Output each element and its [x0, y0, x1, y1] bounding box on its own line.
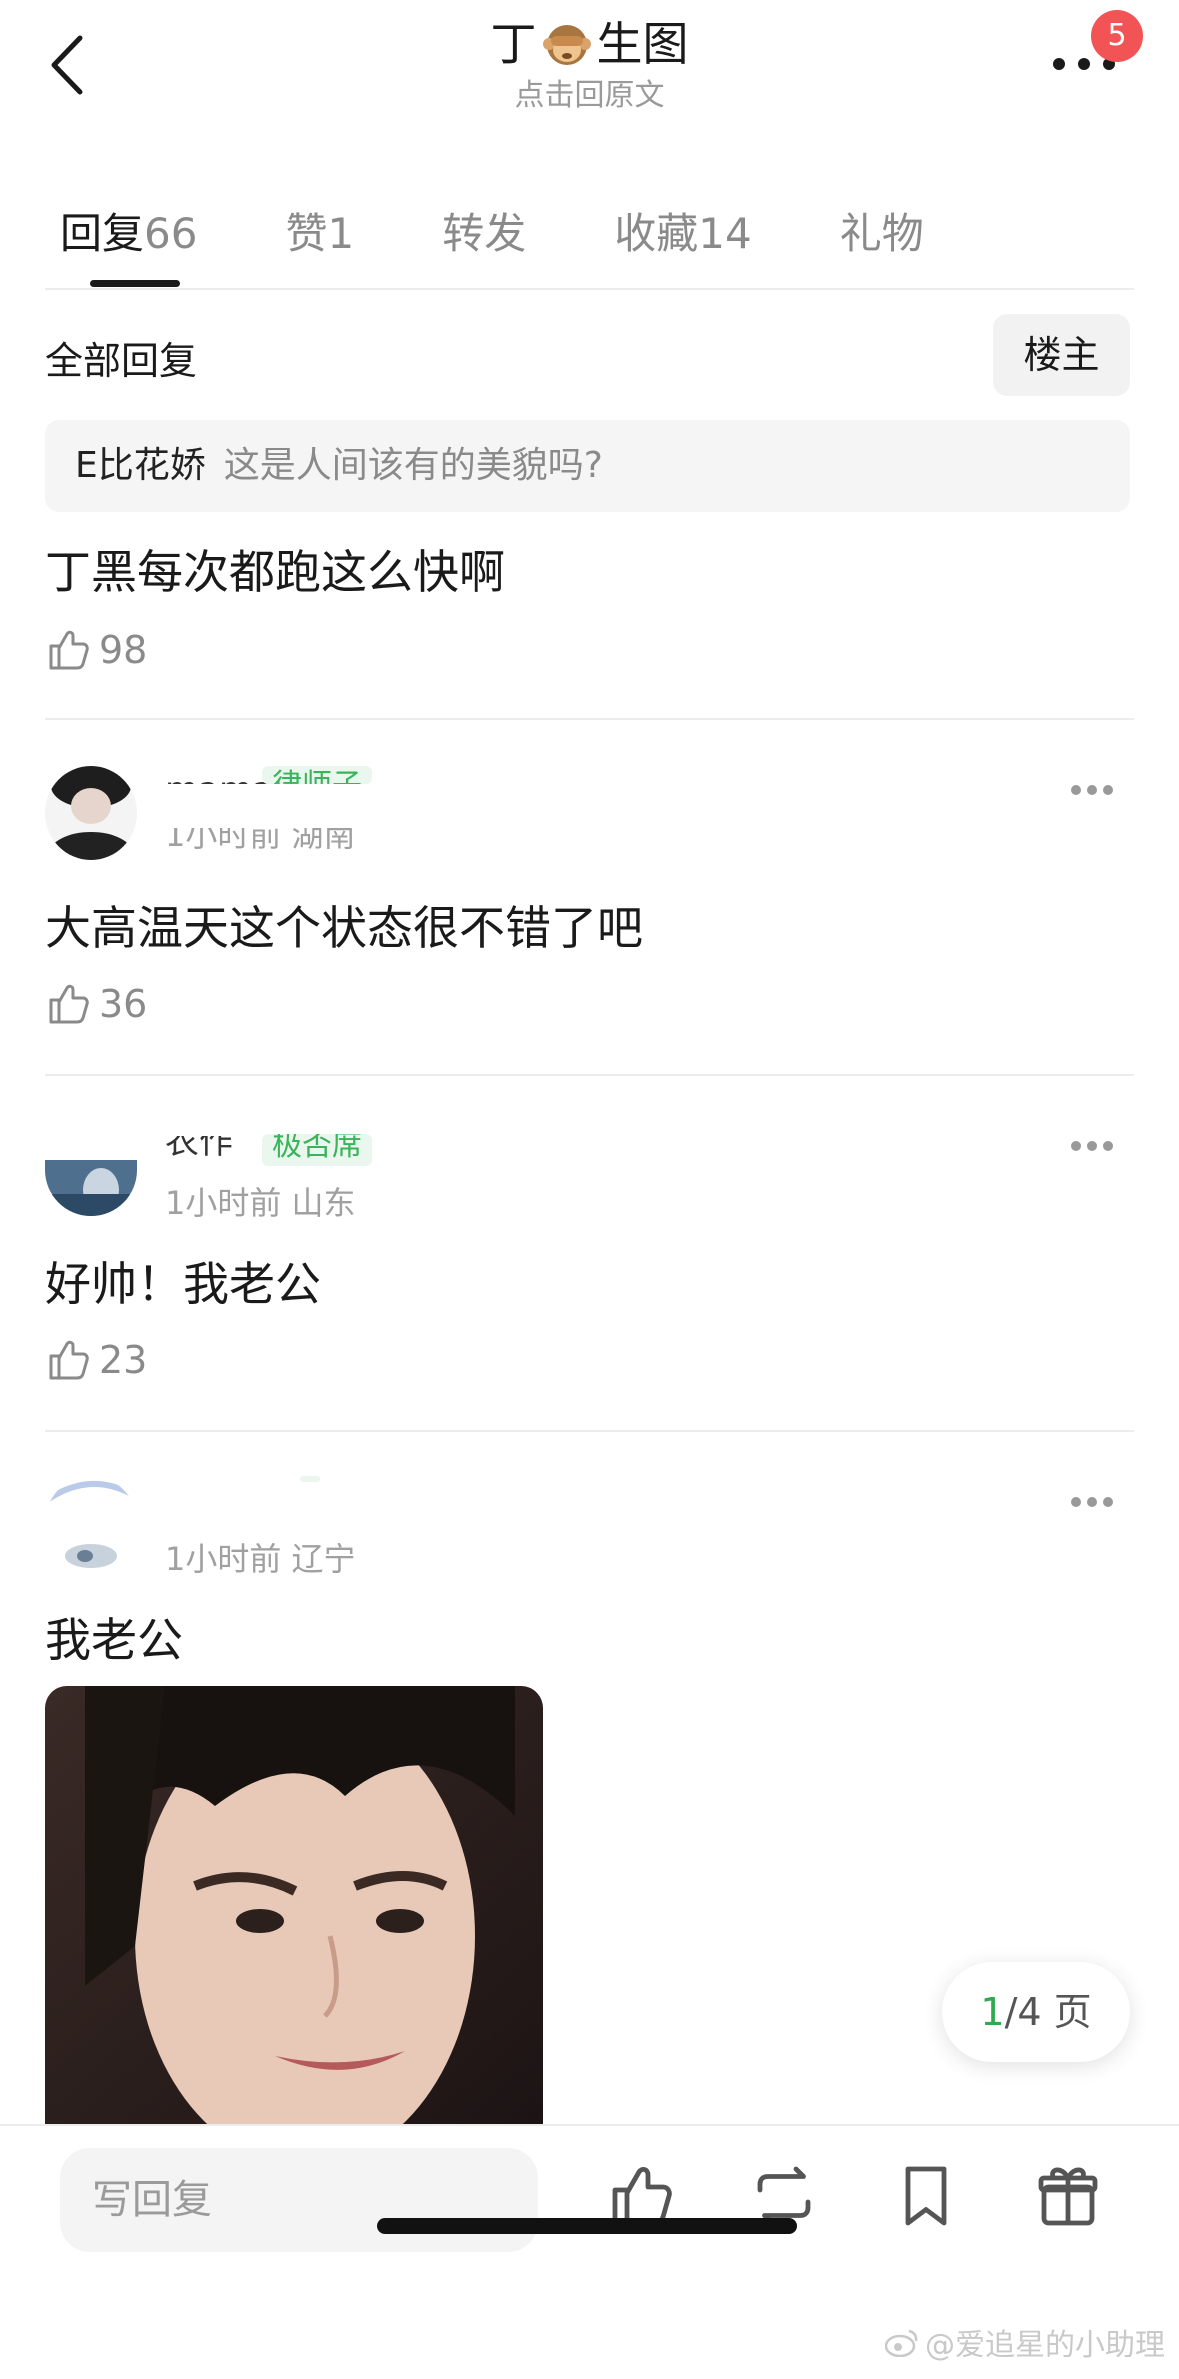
tab-bar: 回复66 赞1 转发 收藏14 礼物 — [60, 190, 1012, 270]
see-no-evil-monkey-icon — [542, 25, 591, 65]
comment-more-icon[interactable] — [1071, 1492, 1131, 1512]
comment-divider — [45, 1430, 1134, 1432]
tab-gifts[interactable]: 礼物 — [840, 200, 924, 261]
avatar[interactable] — [45, 1476, 137, 1570]
comment-text: 丁黑每次都跑这么快啊 — [45, 545, 505, 599]
title-area[interactable]: 丁 生图 点击回原文 — [0, 14, 1179, 116]
user-tag — [300, 1476, 320, 1482]
like-button[interactable]: 36 — [45, 980, 147, 1028]
portrait-image — [45, 1686, 543, 2126]
watermark: @爱追星的小助理 — [885, 2320, 1165, 2364]
thumbs-up-icon — [49, 630, 89, 670]
gift-icon[interactable] — [1032, 2160, 1104, 2232]
tab-reposts[interactable]: 转发 — [442, 200, 526, 261]
comment-image[interactable] — [45, 1686, 543, 2126]
comment-meta: 1小时前 湖南 — [165, 828, 356, 852]
tab-replies[interactable]: 回复66 — [60, 200, 197, 261]
thumbs-up-icon — [49, 984, 89, 1024]
title-prefix: 丁 — [490, 17, 537, 71]
like-button[interactable]: 98 — [45, 626, 147, 674]
notification-badge: 5 — [1091, 10, 1143, 62]
comment-text: 好帅！我老公 — [45, 1257, 321, 1311]
comment-more-icon[interactable] — [1071, 780, 1131, 800]
tabs-divider — [45, 288, 1134, 290]
reply-input[interactable]: 写回复 — [60, 2148, 538, 2252]
all-replies-label: 全部回复 — [45, 339, 198, 383]
comment-meta: 1小时前 山东 — [165, 1184, 356, 1222]
quoted-author: E比花娇 — [75, 445, 206, 486]
weibo-logo-icon — [885, 2329, 918, 2357]
page-indicator[interactable]: 1/4 页 — [942, 1962, 1130, 2062]
like-button[interactable]: 23 — [45, 1336, 147, 1384]
thumbs-up-icon — [49, 1340, 89, 1380]
back-to-original-link[interactable]: 点击回原文 — [0, 76, 1179, 116]
avatar[interactable] — [45, 1160, 137, 1216]
header: 丁 生图 点击回原文 5 — [0, 0, 1179, 130]
comment-divider — [45, 718, 1134, 720]
page-title: 丁 生图 — [491, 14, 689, 74]
username[interactable]: 农作 — [165, 1136, 233, 1156]
user-tag: 律师子 — [262, 766, 372, 784]
like-count: 98 — [99, 628, 148, 672]
active-tab-indicator — [90, 280, 180, 287]
home-indicator — [377, 2218, 797, 2234]
avatar[interactable] — [45, 766, 137, 860]
username[interactable]: mama — [165, 770, 273, 784]
tab-likes[interactable]: 赞1 — [285, 200, 354, 261]
page: 丁 生图 点击回原文 5 回复66 赞1 转发 收藏14 礼物 全部回复 楼主 … — [0, 0, 1179, 2379]
tab-favorites[interactable]: 收藏14 — [614, 200, 751, 261]
like-count: 36 — [99, 982, 148, 1026]
comment-divider — [45, 1074, 1134, 1076]
user-tag: 极否席 — [262, 1134, 372, 1166]
quoted-reply[interactable]: E比花娇 这是人间该有的美貌吗? — [45, 420, 1130, 512]
op-only-button[interactable]: 楼主 — [993, 314, 1130, 396]
title-suffix: 生图 — [596, 17, 689, 71]
comment-more-icon[interactable] — [1071, 1136, 1131, 1156]
like-count: 23 — [99, 1338, 148, 1382]
comment-text: 大高温天这个状态很不错了吧 — [45, 901, 643, 955]
bookmark-icon[interactable] — [890, 2160, 962, 2232]
quoted-text: 这是人间该有的美貌吗? — [223, 445, 603, 486]
comment-text: 我老公 — [45, 1613, 183, 1667]
comment-meta: 1小时前 辽宁 — [165, 1540, 356, 1578]
